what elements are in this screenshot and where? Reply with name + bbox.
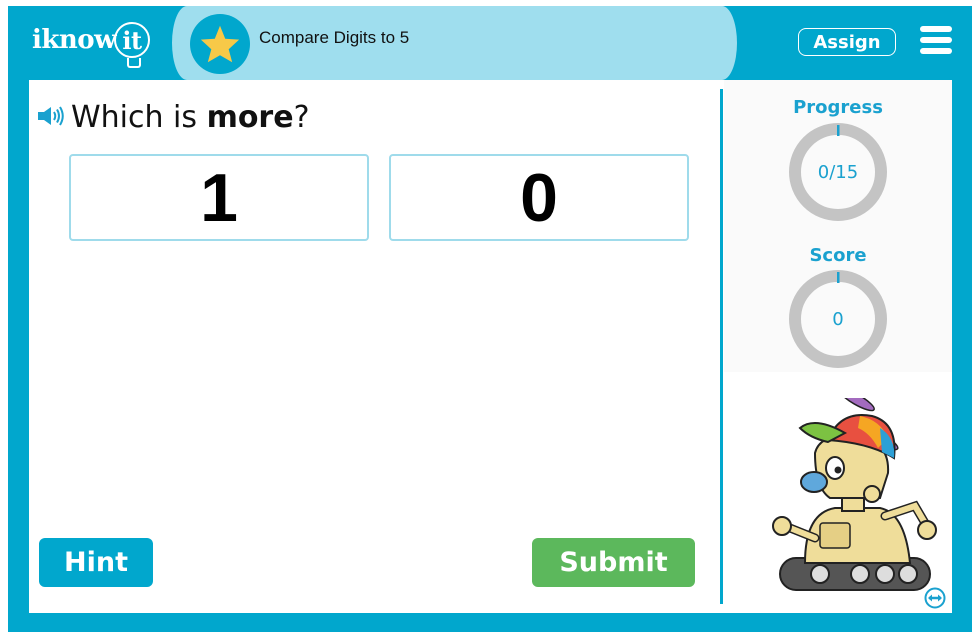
- lesson-title: Compare Digits to 5: [259, 28, 410, 47]
- score-label: Score: [809, 245, 867, 266]
- hamburger-menu-icon[interactable]: [920, 26, 952, 54]
- robot-mascot: [760, 387, 940, 598]
- sidebar-divider: [720, 89, 723, 604]
- score-ring: 0: [788, 269, 888, 369]
- question-prompt: Which is more?: [37, 100, 310, 135]
- lightbulb-icon: it: [114, 22, 151, 68]
- assign-button[interactable]: Assign: [798, 28, 896, 56]
- lesson-badge: [190, 14, 250, 74]
- answer-choice-2[interactable]: 0: [389, 154, 689, 241]
- hint-button[interactable]: Hint: [39, 538, 153, 587]
- answer-choice-1[interactable]: 1: [69, 154, 369, 241]
- speaker-icon[interactable]: [37, 100, 65, 135]
- submit-button[interactable]: Submit: [532, 538, 695, 587]
- progress-ring: 0/15: [788, 122, 888, 222]
- iknowit-logo[interactable]: iknow it: [32, 14, 151, 68]
- lesson-header-banner: [172, 6, 737, 80]
- logo-bulb-text: it: [122, 26, 142, 55]
- question-text: Which is more?: [71, 100, 310, 135]
- star-icon: [200, 25, 240, 63]
- progress-label: Progress: [793, 97, 883, 118]
- progress-value: 0/15: [817, 161, 859, 183]
- question-suffix: ?: [293, 100, 310, 135]
- expand-arrows-icon[interactable]: [924, 587, 946, 609]
- logo-text: iknow: [32, 25, 117, 55]
- score-value: 0: [832, 308, 844, 330]
- question-emphasis: more: [206, 100, 294, 135]
- question-prefix: Which is: [71, 100, 207, 135]
